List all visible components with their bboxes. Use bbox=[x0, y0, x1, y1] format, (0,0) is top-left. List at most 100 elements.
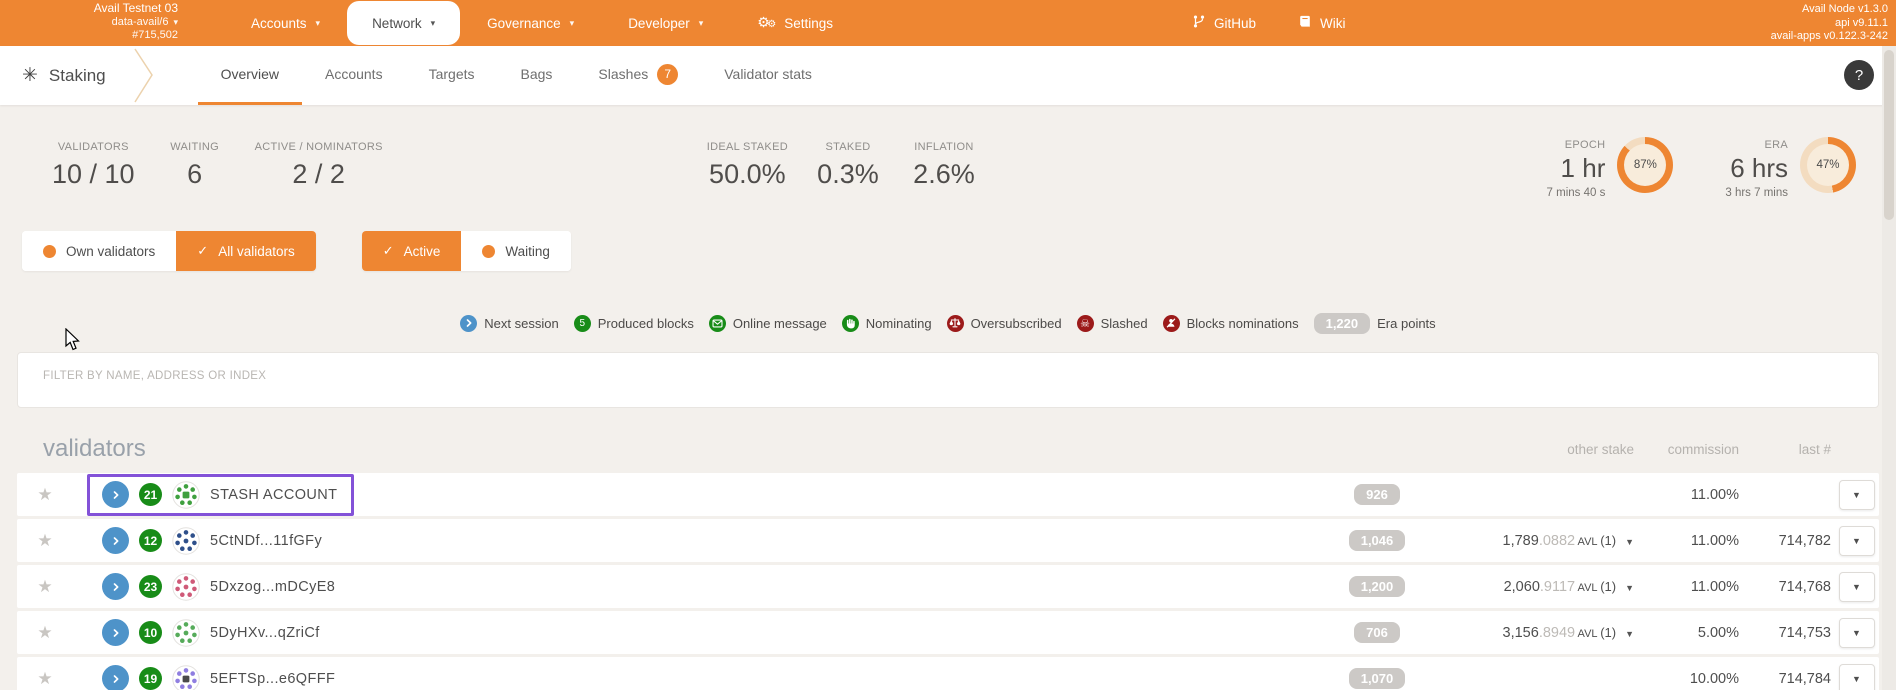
menu-governance[interactable]: Governance▾ bbox=[460, 0, 601, 46]
row-dropdown-button[interactable]: ▼ bbox=[1839, 618, 1875, 648]
favorite-star-icon[interactable]: ★ bbox=[17, 623, 73, 643]
favorite-star-icon[interactable]: ★ bbox=[17, 531, 73, 551]
timer-text: EPOCH1 hr7 mins 40 s bbox=[1547, 139, 1606, 199]
stat-label: ACTIVE / NOMINATORS bbox=[255, 141, 383, 153]
version-line: avail-apps v0.122.3-242 bbox=[1771, 30, 1888, 44]
row-actions: ▼ bbox=[1834, 664, 1879, 690]
network-selector[interactable]: Avail Testnet 03 data-avail/6▾ #715,502 bbox=[28, 0, 178, 46]
legend-label: Oversubscribed bbox=[971, 316, 1062, 331]
menu-label: Developer bbox=[628, 16, 690, 31]
link-wiki[interactable]: Wiki bbox=[1298, 14, 1346, 32]
menu-network[interactable]: Network▾ bbox=[347, 1, 460, 45]
toggle-waiting[interactable]: Waiting bbox=[461, 231, 571, 271]
next-session-indicator[interactable] bbox=[102, 481, 129, 508]
expand-stake-icon[interactable]: ▼ bbox=[1625, 629, 1634, 639]
identicon[interactable] bbox=[172, 527, 200, 555]
tab-count-badge: 7 bbox=[657, 64, 678, 85]
network-name: Avail Testnet 03 bbox=[28, 2, 178, 16]
stat-label: WAITING bbox=[159, 141, 231, 153]
identicon[interactable] bbox=[172, 619, 200, 647]
epoch-era-timers: EPOCH1 hr7 mins 40 s87%ERA6 hrs3 hrs 7 m… bbox=[1547, 131, 1856, 199]
validator-row: ★21STASH ACCOUNT92611.00%▼ bbox=[17, 473, 1879, 516]
stat-staked: STAKED0.3% bbox=[800, 141, 896, 190]
stake-decimals: .9117 bbox=[1540, 579, 1575, 595]
radio-dot-icon bbox=[482, 245, 495, 258]
toggle-group-1: Own validators✓All validators bbox=[22, 231, 316, 271]
menu-settings[interactable]: ⚙⚙Settings bbox=[730, 0, 860, 46]
next-session-indicator[interactable] bbox=[102, 527, 129, 554]
best-block-number: #715,502 bbox=[28, 29, 178, 43]
timer-value: 1 hr bbox=[1547, 153, 1606, 184]
toggle-all-validators[interactable]: ✓All validators bbox=[176, 231, 315, 271]
toggle-active[interactable]: ✓Active bbox=[362, 231, 462, 271]
menu-accounts[interactable]: Accounts▾ bbox=[224, 0, 347, 46]
identicon[interactable] bbox=[172, 573, 200, 601]
produced-blocks-badge: 21 bbox=[139, 483, 162, 506]
identicon[interactable] bbox=[172, 481, 200, 509]
stake-instance: (1) bbox=[1600, 625, 1616, 640]
tab-accounts[interactable]: Accounts bbox=[302, 46, 406, 105]
favorite-star-icon[interactable]: ★ bbox=[17, 485, 73, 505]
validator-row: ★105DyHXv...qZriCf7063,156.8949 AVL (1)▼… bbox=[17, 611, 1879, 654]
validator-identity[interactable]: 235Dxzog...mDCyE8 bbox=[87, 566, 352, 608]
legend-label: Blocks nominations bbox=[1187, 316, 1299, 331]
toggle-label: Active bbox=[404, 244, 441, 259]
identicon[interactable] bbox=[172, 665, 200, 690]
staking-page: Avail Testnet 03 data-avail/6▾ #715,502 … bbox=[0, 0, 1896, 690]
next-session-indicator[interactable] bbox=[102, 665, 129, 690]
next-session-icon bbox=[460, 315, 477, 332]
expand-stake-icon[interactable]: ▼ bbox=[1625, 537, 1634, 547]
row-actions: ▼ bbox=[1834, 572, 1879, 602]
row-dropdown-button[interactable]: ▼ bbox=[1839, 664, 1875, 690]
validator-identity[interactable]: 105DyHXv...qZriCf bbox=[87, 612, 337, 654]
stake-integer: 3,156 bbox=[1503, 625, 1539, 641]
tab-bags[interactable]: Bags bbox=[498, 46, 576, 105]
stat-value: 2.6% bbox=[908, 159, 980, 190]
next-session-indicator[interactable] bbox=[102, 573, 129, 600]
section-title: ✳ Staking bbox=[22, 46, 106, 105]
stat-value: 0.3% bbox=[812, 159, 884, 190]
stake-unit: AVL bbox=[1575, 536, 1600, 548]
row-dropdown-button[interactable]: ▼ bbox=[1839, 572, 1875, 602]
tab-overview[interactable]: Overview bbox=[198, 46, 302, 105]
scrollbar-thumb[interactable] bbox=[1884, 50, 1894, 220]
favorite-star-icon[interactable]: ★ bbox=[17, 577, 73, 597]
timer-donut-chart: 47% bbox=[1800, 137, 1856, 193]
tab-targets[interactable]: Targets bbox=[406, 46, 498, 105]
validator-identity-highlighted[interactable]: 21 STASH ACCOUNT bbox=[87, 474, 354, 516]
tab-label: Accounts bbox=[325, 66, 383, 82]
tab-slashes[interactable]: Slashes7 bbox=[575, 46, 701, 105]
expand-stake-icon[interactable]: ▼ bbox=[1625, 583, 1634, 593]
menu-developer[interactable]: Developer▾ bbox=[601, 0, 730, 46]
caret-down-icon: ▾ bbox=[316, 18, 321, 29]
validator-identity[interactable]: 125CtNDf...11fGFy bbox=[87, 520, 339, 562]
tab-validator-stats[interactable]: Validator stats bbox=[701, 46, 835, 105]
validator-filter-toggles: Own validators✓All validators✓ActiveWait… bbox=[22, 231, 1896, 271]
validator-name: STASH ACCOUNT bbox=[210, 487, 337, 503]
stat-ideal-staked: IDEAL STAKED50.0% bbox=[695, 141, 800, 190]
check-icon: ✓ bbox=[197, 243, 208, 259]
tab-label: Overview bbox=[221, 66, 279, 82]
validator-name: 5CtNDf...11fGFy bbox=[210, 533, 322, 549]
era-points-cell: 706 bbox=[1332, 624, 1422, 642]
legend-label: Next session bbox=[484, 316, 558, 331]
blocks-nominations-icon bbox=[1163, 315, 1180, 332]
timer-text: ERA6 hrs3 hrs 7 mins bbox=[1725, 139, 1788, 199]
timer-remaining: 3 hrs 7 mins bbox=[1725, 187, 1788, 199]
filter-input[interactable] bbox=[43, 370, 1834, 382]
era-points-cell: 1,046 bbox=[1332, 532, 1422, 550]
online-message-icon bbox=[709, 315, 726, 332]
legend-slashed: ☠Slashed bbox=[1077, 315, 1148, 332]
main-menu: Accounts▾Network▾Governance▾Developer▾⚙⚙… bbox=[224, 0, 860, 46]
favorite-star-icon[interactable]: ★ bbox=[17, 669, 73, 689]
row-dropdown-button[interactable]: ▼ bbox=[1839, 526, 1875, 556]
link-github[interactable]: GitHub bbox=[1192, 14, 1256, 32]
row-dropdown-button[interactable]: ▼ bbox=[1839, 480, 1875, 510]
next-session-indicator[interactable] bbox=[102, 619, 129, 646]
scrollbar[interactable] bbox=[1882, 46, 1896, 690]
link-label: Wiki bbox=[1320, 16, 1346, 31]
toggle-own-validators[interactable]: Own validators bbox=[22, 231, 176, 271]
help-button[interactable]: ? bbox=[1844, 60, 1874, 90]
validator-row: ★195EFTSp...e6QFFF1,07010.00%714,784▼ bbox=[17, 657, 1879, 690]
validator-identity[interactable]: 195EFTSp...e6QFFF bbox=[87, 658, 352, 690]
